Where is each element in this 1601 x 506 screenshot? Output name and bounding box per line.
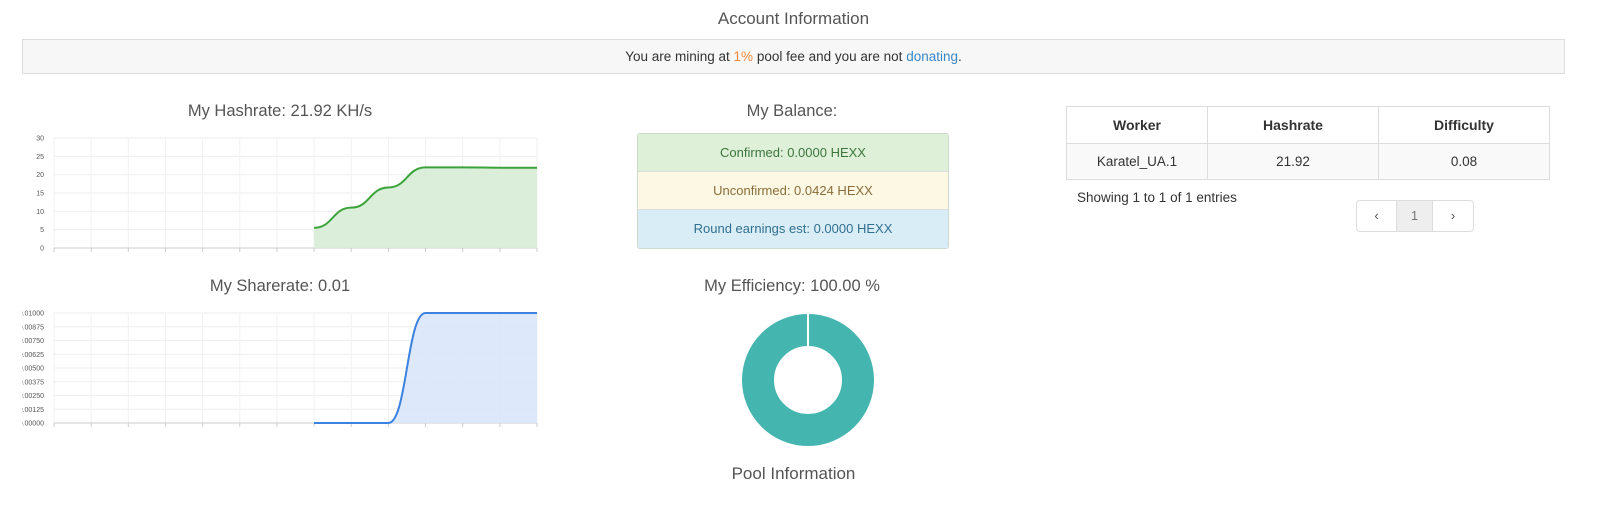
sharerate-y-tick-label: 0.00625 xyxy=(22,352,44,359)
sharerate-y-tick-label: 0.00125 xyxy=(22,407,44,414)
sharerate-y-tick-label: 0.00750 xyxy=(22,338,44,345)
balance-panel: Confirmed: 0.0000 HEXX Unconfirmed: 0.04… xyxy=(637,133,949,249)
hashrate-y-tick-label: 25 xyxy=(36,154,44,161)
hashrate-y-tick-label: 15 xyxy=(36,191,44,198)
worker-name-cell: Karatel_UA.1 xyxy=(1066,143,1208,180)
pool-fee-value: 1% xyxy=(733,49,754,64)
sharerate-title: My Sharerate: 0.01 xyxy=(209,277,351,295)
donating-link[interactable]: donating xyxy=(906,49,958,64)
hashrate-y-tick-label: 20 xyxy=(36,172,44,179)
hashrate-title: My Hashrate: 21.92 KH/s xyxy=(187,102,373,120)
notice-suffix: . xyxy=(958,49,962,64)
hashrate-y-tick-label: 10 xyxy=(36,209,44,216)
worker-hashrate-cell: 21.92 xyxy=(1207,143,1379,180)
workers-table: Worker Hashrate Difficulty Karatel_UA.1 … xyxy=(1066,106,1550,180)
hashrate-column-header[interactable]: Hashrate xyxy=(1207,106,1379,144)
table-header-row: Worker Hashrate Difficulty xyxy=(1066,106,1550,144)
efficiency-donut-chart xyxy=(742,314,874,446)
page-1-button[interactable]: 1 xyxy=(1397,201,1433,231)
hashrate-chart: 30 25 20 15 10 5 0 xyxy=(36,136,538,253)
difficulty-column-header[interactable]: Difficulty xyxy=(1378,106,1550,144)
pool-information-title: Pool Information xyxy=(731,464,856,483)
pagination: ‹ 1 › xyxy=(1356,200,1474,232)
notice-prefix: You are mining at xyxy=(625,49,734,64)
sharerate-y-tick-label: 0.00000 xyxy=(22,421,44,428)
table-row: Karatel_UA.1 21.92 0.08 xyxy=(1066,143,1550,180)
hashrate-y-tick-label: 0 xyxy=(40,246,44,253)
confirmed-balance: Confirmed: 0.0000 HEXX xyxy=(638,134,948,172)
worker-difficulty-cell: 0.08 xyxy=(1378,143,1550,180)
worker-column-header[interactable]: Worker xyxy=(1066,106,1208,144)
sharerate-chart: 0.01000 0.00875 0.00750 0.00625 0.00500 0.003… xyxy=(22,311,538,428)
sharerate-y-tick-label: 0.00500 xyxy=(22,366,44,373)
table-entries-info: Showing 1 to 1 of 1 entries xyxy=(1077,190,1237,205)
account-information-title: Account Information xyxy=(717,9,870,28)
unconfirmed-balance: Unconfirmed: 0.0424 HEXX xyxy=(638,172,948,210)
previous-page-button[interactable]: ‹ xyxy=(1357,201,1397,231)
pool-fee-notice: You are mining at 1% pool fee and you ar… xyxy=(22,39,1565,74)
balance-title: My Balance: xyxy=(746,102,838,120)
sharerate-y-tick-label: 0.01000 xyxy=(22,311,44,318)
sharerate-y-tick-label: 0.00250 xyxy=(22,393,44,400)
next-page-button[interactable]: › xyxy=(1433,201,1473,231)
notice-middle: pool fee and you are not xyxy=(753,49,907,64)
hashrate-y-tick-label: 5 xyxy=(40,227,44,234)
sharerate-y-tick-label: 0.00375 xyxy=(22,379,44,386)
efficiency-title: My Efficiency: 100.00 % xyxy=(704,277,880,295)
sharerate-y-tick-label: 0.00875 xyxy=(22,324,44,331)
hashrate-y-tick-label: 30 xyxy=(36,136,44,143)
round-earnings-estimate: Round earnings est: 0.0000 HEXX xyxy=(638,210,948,248)
